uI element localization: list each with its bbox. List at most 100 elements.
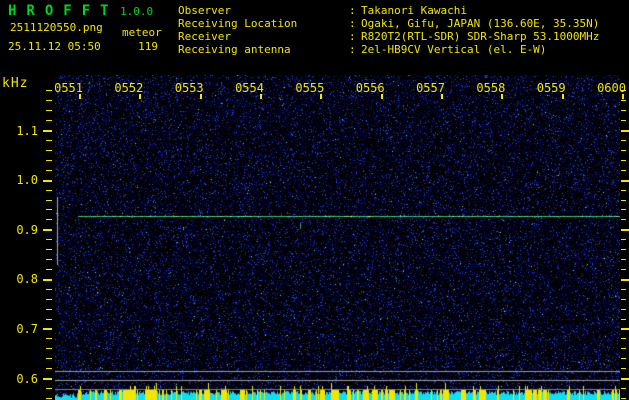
- time-tick-mark: [380, 94, 383, 99]
- freq-tick-mark: [621, 378, 629, 380]
- freq-tick-mark: [621, 200, 626, 201]
- freq-axis-unit: kHz: [2, 76, 29, 91]
- time-tick-mark: [79, 94, 81, 99]
- time-tick-mark: [199, 94, 202, 99]
- freq-tick-mark: [621, 368, 626, 369]
- time-tick-label: 0552: [114, 81, 144, 95]
- info-label: Receiving antenna: [178, 43, 291, 56]
- freq-tick-mark: [621, 328, 629, 330]
- freq-tick-mark: [46, 160, 52, 161]
- freq-tick-mark: [46, 319, 52, 320]
- freq-tick-mark: [621, 170, 626, 171]
- time-tick-label: 0553: [174, 81, 204, 95]
- freq-tick-label: 1.1: [16, 123, 38, 138]
- info-label: Receiver: [178, 30, 231, 43]
- freq-tick-mark: [46, 338, 52, 339]
- freq-tick-mark: [621, 319, 626, 320]
- freq-tick-mark: [46, 120, 52, 121]
- freq-tick-mark: [621, 269, 626, 270]
- freq-tick-mark: [46, 388, 52, 389]
- info-value: R820T2(RTL-SDR) SDR-Sharp 53.1000MHz: [361, 30, 600, 43]
- freq-tick-mark: [621, 120, 626, 121]
- freq-tick-mark: [46, 110, 52, 111]
- info-value: Takanori Kawachi: [361, 4, 467, 17]
- freq-tick-mark: [621, 259, 626, 260]
- freq-tick-label: 0.7: [16, 321, 38, 336]
- freq-tick-mark: [621, 90, 626, 91]
- freq-tick-mark: [621, 348, 626, 349]
- freq-tick-mark: [621, 358, 626, 359]
- mode-label: meteor: [122, 26, 162, 39]
- freq-tick-mark: [46, 299, 52, 300]
- freq-tick-mark: [621, 209, 626, 210]
- freq-tick-mark: [46, 368, 52, 369]
- time-tick-label: 0556: [355, 81, 385, 95]
- time-tick-label: 0557: [416, 81, 445, 95]
- freq-tick-mark: [46, 358, 52, 359]
- freq-tick-mark: [43, 229, 52, 231]
- freq-tick-mark: [621, 150, 626, 151]
- time-tick-mark: [440, 94, 443, 99]
- info-row-observer: Observer: Takanori Kawachi: [178, 4, 599, 17]
- freq-tick-label: 0.6: [16, 371, 38, 386]
- echo-count: 119: [138, 40, 158, 53]
- info-label: Receiving Location: [178, 17, 298, 30]
- freq-tick-mark: [621, 289, 626, 290]
- freq-tick-mark: [621, 110, 626, 111]
- freq-tick-label: 0.8: [16, 272, 38, 287]
- time-tick-label: 0554: [235, 81, 264, 95]
- freq-tick-mark: [621, 130, 629, 132]
- time-tick-label: 0551: [54, 81, 83, 95]
- receiver-info-panel: Observer: Takanori Kawachi Receiving Loca…: [178, 4, 599, 56]
- app-title: HROFFT: [8, 3, 119, 19]
- freq-tick-mark: [46, 348, 52, 349]
- observation-datetime: 25.11.12 05:50: [8, 40, 101, 53]
- app-version: 1.0.0: [120, 5, 154, 18]
- info-label: Observer: [178, 4, 231, 17]
- freq-tick-mark: [46, 170, 52, 171]
- freq-tick-mark: [621, 279, 629, 281]
- freq-tick-mark: [621, 100, 626, 101]
- info-row-antenna: Receiving antenna:2el-HB9CV Vertical (el…: [178, 43, 599, 56]
- freq-tick-mark: [46, 219, 52, 220]
- freq-tick-mark: [43, 180, 52, 182]
- freq-tick-mark: [46, 200, 52, 201]
- time-tick-label: 0600: [597, 81, 626, 95]
- freq-tick-mark: [621, 338, 626, 339]
- info-row-location: Receiving Location: Ogaki, Gifu, JAPAN (1…: [178, 17, 599, 30]
- info-colon: :: [349, 30, 356, 43]
- freq-tick-mark: [621, 190, 626, 191]
- freq-tick-mark: [46, 269, 52, 270]
- time-tick-mark: [320, 94, 323, 99]
- freq-tick-mark: [621, 398, 626, 399]
- freq-tick-mark: [46, 289, 52, 290]
- freq-tick-mark: [46, 309, 52, 310]
- info-colon: :: [349, 43, 356, 56]
- freq-tick-mark: [43, 328, 52, 330]
- freq-tick-mark: [46, 249, 52, 250]
- freq-tick-mark: [46, 398, 52, 399]
- freq-tick-mark: [621, 239, 626, 240]
- freq-tick-mark: [621, 180, 629, 182]
- freq-tick-mark: [621, 388, 626, 389]
- output-filename: 2511120550.png: [10, 21, 103, 34]
- freq-tick-mark: [46, 100, 52, 101]
- freq-tick-label: 1.0: [16, 173, 38, 188]
- info-row-receiver: Receiver: R820T2(RTL-SDR) SDR-Sharp 53.10…: [178, 30, 599, 43]
- time-tick-label: 0555: [295, 81, 325, 95]
- time-tick-mark: [139, 94, 142, 99]
- freq-tick-mark: [43, 130, 52, 132]
- time-tick-mark: [621, 94, 624, 99]
- time-tick-mark: [501, 94, 504, 99]
- spectrogram-canvas: [55, 75, 620, 400]
- hrofft-spectrogram-screen: HROFFT 1.0.0 2511120550.png meteor 25.11…: [0, 0, 629, 400]
- freq-tick-mark: [46, 90, 52, 91]
- freq-tick-mark: [46, 190, 52, 191]
- freq-tick-mark: [43, 378, 52, 380]
- freq-tick-mark: [621, 309, 626, 310]
- time-tick-mark: [561, 94, 564, 99]
- info-colon: :: [349, 17, 356, 30]
- info-colon: :: [349, 4, 356, 17]
- freq-tick-mark: [621, 299, 626, 300]
- freq-tick-mark: [46, 239, 52, 240]
